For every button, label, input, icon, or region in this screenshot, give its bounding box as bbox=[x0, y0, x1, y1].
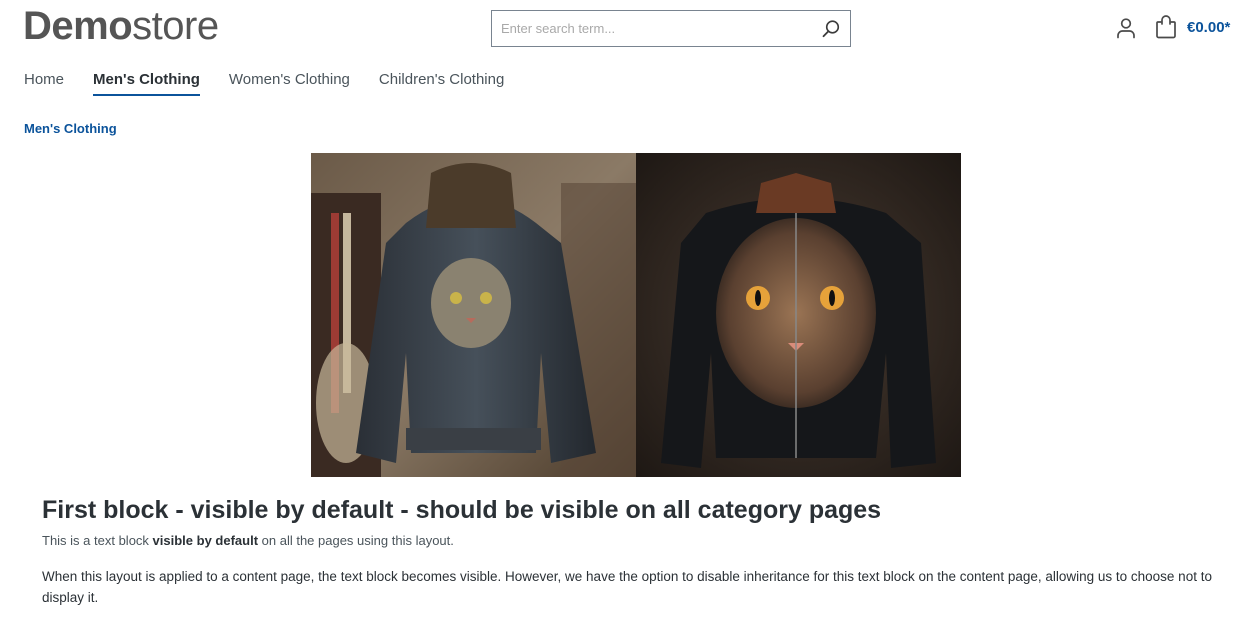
cart-total: €0.00* bbox=[1187, 18, 1231, 36]
cart-button[interactable]: €0.00* bbox=[1155, 15, 1230, 39]
intro-suffix: on all the pages using this layout. bbox=[258, 533, 454, 548]
store-logo[interactable]: Demostore bbox=[23, 4, 219, 48]
nav-item-home[interactable]: Home bbox=[24, 71, 64, 96]
shopping-bag-icon bbox=[1156, 15, 1176, 39]
search-button[interactable] bbox=[821, 19, 841, 39]
banner-image-right bbox=[636, 153, 961, 477]
search-form bbox=[491, 10, 851, 47]
breadcrumb[interactable]: Men's Clothing bbox=[24, 121, 117, 136]
logo-light: store bbox=[132, 4, 219, 48]
nav-item-mens-clothing[interactable]: Men's Clothing bbox=[93, 71, 200, 96]
user-icon bbox=[1117, 18, 1135, 39]
search-input[interactable] bbox=[492, 11, 802, 46]
nav-item-childrens-clothing[interactable]: Children's Clothing bbox=[379, 71, 504, 96]
block-intro: This is a text block visible by default … bbox=[42, 533, 1222, 549]
intro-bold: visible by default bbox=[152, 533, 259, 548]
intro-prefix: This is a text block bbox=[42, 533, 153, 548]
search-icon bbox=[822, 20, 840, 38]
block-heading: First block - visible by default - shoul… bbox=[42, 496, 882, 524]
main-navigation: Home Men's Clothing Women's Clothing Chi… bbox=[24, 71, 533, 96]
block-body: When this layout is applied to a content… bbox=[42, 569, 1212, 605]
jacket-image-left bbox=[311, 153, 636, 477]
cms-text-block: First block - visible by default - shoul… bbox=[42, 494, 1222, 608]
jacket-image-right bbox=[636, 153, 961, 477]
category-banner bbox=[311, 153, 961, 477]
account-button[interactable] bbox=[1115, 17, 1137, 39]
nav-item-womens-clothing[interactable]: Women's Clothing bbox=[229, 71, 350, 96]
logo-strong: Demo bbox=[23, 4, 133, 48]
banner-image-left bbox=[311, 153, 636, 477]
